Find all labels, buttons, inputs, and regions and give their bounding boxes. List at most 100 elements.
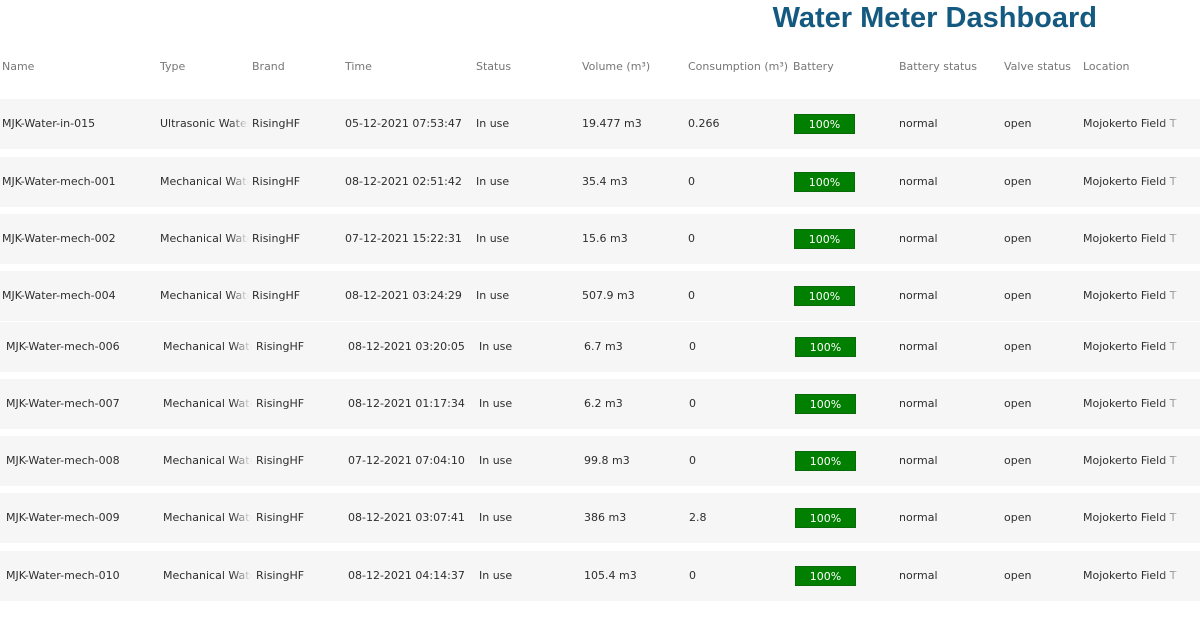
cell-time: 08-12-2021 03:07:41 xyxy=(348,511,465,524)
table-row[interactable]: MJK-Water-mech-008 Mechanical Water Meter… xyxy=(0,436,1200,486)
table-row[interactable]: MJK-Water-mech-002 Mechanical Water Meter… xyxy=(0,214,1200,264)
table-header: Name Type Brand Time Status Volume (m³) … xyxy=(0,60,1200,76)
column-header-location[interactable]: Location xyxy=(1083,60,1130,73)
column-header-battery[interactable]: Battery xyxy=(793,60,834,73)
cell-location: Mojokerto Field T xyxy=(1083,117,1177,130)
battery-level-bar: 100% xyxy=(795,451,856,471)
cell-type: Mechanical Water Meter xyxy=(160,175,249,188)
cell-volume: 35.4 m3 xyxy=(582,175,628,188)
cell-status: In use xyxy=(479,397,513,410)
cell-valve-status: open xyxy=(1004,569,1032,582)
battery-level-bar: 100% xyxy=(795,508,856,528)
cell-battery-status: normal xyxy=(899,454,938,467)
column-header-time[interactable]: Time xyxy=(345,60,372,73)
column-header-name[interactable]: Name xyxy=(2,60,34,73)
battery-level-bar: 100% xyxy=(794,114,855,134)
column-header-battery-status[interactable]: Battery status xyxy=(899,60,977,73)
cell-valve-status: open xyxy=(1004,397,1032,410)
cell-location: Mojokerto Field T xyxy=(1083,397,1177,410)
table-row[interactable]: MJK-Water-mech-001 Mechanical Water Meter… xyxy=(0,157,1200,207)
battery-level-bar: 100% xyxy=(795,337,856,357)
cell-name: MJK-Water-mech-006 xyxy=(6,340,120,353)
cell-name: MJK-Water-in-015 xyxy=(2,117,96,130)
cell-valve-status: open xyxy=(1004,454,1032,467)
table-row[interactable]: MJK-Water-in-015 Ultrasonic Water MeterRi… xyxy=(0,99,1200,149)
cell-volume: 19.477 m3 xyxy=(582,117,642,130)
cell-location: Mojokerto Field T xyxy=(1083,454,1177,467)
cell-brand: RisingHF xyxy=(252,175,301,188)
cell-consumption: 0 xyxy=(688,175,695,188)
cell-status: In use xyxy=(476,232,510,245)
battery-level-bar: 100% xyxy=(795,566,856,586)
cell-time: 08-12-2021 01:17:34 xyxy=(348,397,465,410)
cell-name: MJK-Water-mech-010 xyxy=(6,569,120,582)
cell-location: Mojokerto Field T xyxy=(1083,289,1177,302)
cell-valve-status: open xyxy=(1004,340,1032,353)
cell-name: MJK-Water-mech-004 xyxy=(2,289,116,302)
battery-level-bar: 100% xyxy=(794,229,855,249)
page-title: Water Meter Dashboard xyxy=(772,2,1097,34)
cell-type: Mechanical Water Meter xyxy=(163,454,252,467)
cell-location: Mojokerto Field T xyxy=(1083,175,1177,188)
cell-volume: 15.6 m3 xyxy=(582,232,628,245)
cell-time: 08-12-2021 04:14:37 xyxy=(348,569,465,582)
cell-battery-status: normal xyxy=(899,289,938,302)
table-row[interactable]: MJK-Water-mech-010 Mechanical Water Meter… xyxy=(0,551,1200,601)
column-header-volume[interactable]: Volume (m³) xyxy=(582,60,650,73)
battery-level-bar: 100% xyxy=(795,394,856,414)
cell-battery-status: normal xyxy=(899,397,938,410)
cell-battery-status: normal xyxy=(899,340,938,353)
cell-name: MJK-Water-mech-007 xyxy=(6,397,120,410)
cell-consumption: 0 xyxy=(689,569,696,582)
table-row[interactable]: MJK-Water-mech-009 Mechanical Water Meter… xyxy=(0,493,1200,543)
cell-location: Mojokerto Field T xyxy=(1083,232,1177,245)
cell-location: Mojokerto Field T xyxy=(1083,511,1177,524)
cell-volume: 99.8 m3 xyxy=(584,454,630,467)
column-header-status[interactable]: Status xyxy=(476,60,511,73)
cell-time: 07-12-2021 15:22:31 xyxy=(345,232,462,245)
column-header-valve-status[interactable]: Valve status xyxy=(1004,60,1071,73)
cell-volume: 507.9 m3 xyxy=(582,289,635,302)
cell-name: MJK-Water-mech-008 xyxy=(6,454,120,467)
cell-consumption: 0 xyxy=(689,397,696,410)
table-row[interactable]: MJK-Water-mech-007 Mechanical Water Meter… xyxy=(0,379,1200,429)
cell-battery-status: normal xyxy=(899,175,938,188)
cell-time: 05-12-2021 07:53:47 xyxy=(345,117,462,130)
cell-status: In use xyxy=(479,454,513,467)
cell-name: MJK-Water-mech-001 xyxy=(2,175,116,188)
cell-status: In use xyxy=(479,340,513,353)
cell-valve-status: open xyxy=(1004,175,1032,188)
column-header-type[interactable]: Type xyxy=(160,60,185,73)
cell-volume: 386 m3 xyxy=(584,511,627,524)
battery-level-bar: 100% xyxy=(794,172,855,192)
cell-volume: 6.7 m3 xyxy=(584,340,623,353)
cell-consumption: 0 xyxy=(688,289,695,302)
cell-location: Mojokerto Field T xyxy=(1083,340,1177,353)
cell-status: In use xyxy=(476,289,510,302)
table-row[interactable]: MJK-Water-mech-004 Mechanical Water Meter… xyxy=(0,271,1200,321)
cell-name: MJK-Water-mech-009 xyxy=(6,511,120,524)
cell-volume: 105.4 m3 xyxy=(584,569,637,582)
cell-battery-status: normal xyxy=(899,117,938,130)
cell-status: In use xyxy=(476,117,510,130)
cell-type: Mechanical Water Meter xyxy=(160,232,249,245)
cell-brand: RisingHF xyxy=(256,569,305,582)
cell-location: Mojokerto Field T xyxy=(1083,569,1177,582)
cell-consumption: 0.266 xyxy=(688,117,720,130)
cell-valve-status: open xyxy=(1004,289,1032,302)
cell-time: 08-12-2021 03:20:05 xyxy=(348,340,465,353)
table-row[interactable]: MJK-Water-mech-006 Mechanical Water Meter… xyxy=(0,322,1200,372)
cell-battery-status: normal xyxy=(899,569,938,582)
cell-brand: RisingHF xyxy=(252,289,301,302)
cell-consumption: 0 xyxy=(688,232,695,245)
column-header-consumption[interactable]: Consumption (m³) xyxy=(688,60,788,73)
cell-type: Mechanical Water Meter xyxy=(163,511,252,524)
cell-valve-status: open xyxy=(1004,511,1032,524)
cell-consumption: 0 xyxy=(689,340,696,353)
column-header-brand[interactable]: Brand xyxy=(252,60,285,73)
cell-status: In use xyxy=(479,569,513,582)
cell-time: 08-12-2021 03:24:29 xyxy=(345,289,462,302)
cell-consumption: 0 xyxy=(689,454,696,467)
cell-status: In use xyxy=(479,511,513,524)
cell-type: Mechanical Water Meter xyxy=(163,340,252,353)
